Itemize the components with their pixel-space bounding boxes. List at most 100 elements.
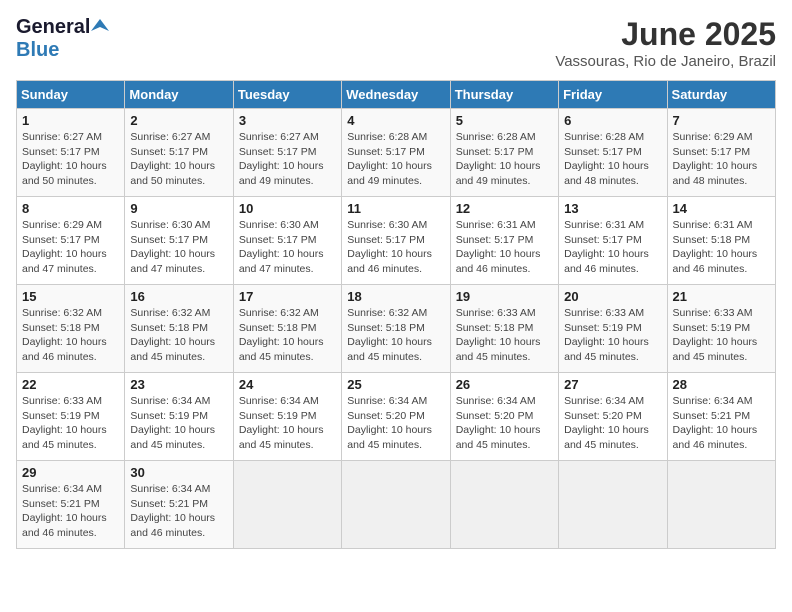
day-info: Sunrise: 6:30 AMSunset: 5:17 PMDaylight:… [130, 219, 215, 275]
logo-blue-text: Blue [16, 39, 59, 62]
location-title: Vassouras, Rio de Janeiro, Brazil [555, 53, 776, 70]
day-cell-25: 25 Sunrise: 6:34 AMSunset: 5:20 PMDaylig… [342, 373, 450, 461]
title-area: June 2025 Vassouras, Rio de Janeiro, Bra… [555, 16, 776, 70]
day-cell-29: 29 Sunrise: 6:34 AMSunset: 5:21 PMDaylig… [17, 461, 125, 549]
week-row-4: 22 Sunrise: 6:33 AMSunset: 5:19 PMDaylig… [17, 373, 776, 461]
header-saturday: Saturday [667, 81, 775, 109]
day-cell-5: 5 Sunrise: 6:28 AMSunset: 5:17 PMDayligh… [450, 109, 558, 197]
day-info: Sunrise: 6:34 AMSunset: 5:19 PMDaylight:… [239, 395, 324, 451]
day-info: Sunrise: 6:33 AMSunset: 5:18 PMDaylight:… [456, 307, 541, 363]
day-number: 3 [239, 113, 336, 128]
day-cell-22: 22 Sunrise: 6:33 AMSunset: 5:19 PMDaylig… [17, 373, 125, 461]
day-cell-1: 1 Sunrise: 6:27 AMSunset: 5:17 PMDayligh… [17, 109, 125, 197]
month-title: June 2025 [555, 16, 776, 53]
day-info: Sunrise: 6:28 AMSunset: 5:17 PMDaylight:… [456, 131, 541, 187]
logo-bird-icon [91, 17, 109, 35]
logo-general-text: General [16, 16, 90, 39]
day-number: 23 [130, 377, 227, 392]
day-info: Sunrise: 6:34 AMSunset: 5:21 PMDaylight:… [673, 395, 758, 451]
day-info: Sunrise: 6:32 AMSunset: 5:18 PMDaylight:… [22, 307, 107, 363]
header-tuesday: Tuesday [233, 81, 341, 109]
day-info: Sunrise: 6:31 AMSunset: 5:17 PMDaylight:… [456, 219, 541, 275]
day-number: 28 [673, 377, 770, 392]
day-cell-empty [342, 461, 450, 549]
day-cell-13: 13 Sunrise: 6:31 AMSunset: 5:17 PMDaylig… [559, 197, 667, 285]
day-number: 26 [456, 377, 553, 392]
day-number: 27 [564, 377, 661, 392]
day-cell-19: 19 Sunrise: 6:33 AMSunset: 5:18 PMDaylig… [450, 285, 558, 373]
day-number: 30 [130, 465, 227, 480]
day-info: Sunrise: 6:28 AMSunset: 5:17 PMDaylight:… [564, 131, 649, 187]
day-cell-16: 16 Sunrise: 6:32 AMSunset: 5:18 PMDaylig… [125, 285, 233, 373]
day-info: Sunrise: 6:33 AMSunset: 5:19 PMDaylight:… [22, 395, 107, 451]
day-number: 4 [347, 113, 444, 128]
day-cell-6: 6 Sunrise: 6:28 AMSunset: 5:17 PMDayligh… [559, 109, 667, 197]
day-cell-27: 27 Sunrise: 6:34 AMSunset: 5:20 PMDaylig… [559, 373, 667, 461]
day-info: Sunrise: 6:34 AMSunset: 5:19 PMDaylight:… [130, 395, 215, 451]
day-info: Sunrise: 6:34 AMSunset: 5:21 PMDaylight:… [22, 483, 107, 539]
day-info: Sunrise: 6:29 AMSunset: 5:17 PMDaylight:… [22, 219, 107, 275]
day-cell-14: 14 Sunrise: 6:31 AMSunset: 5:18 PMDaylig… [667, 197, 775, 285]
day-info: Sunrise: 6:27 AMSunset: 5:17 PMDaylight:… [239, 131, 324, 187]
day-info: Sunrise: 6:33 AMSunset: 5:19 PMDaylight:… [673, 307, 758, 363]
day-cell-empty [233, 461, 341, 549]
week-row-1: 1 Sunrise: 6:27 AMSunset: 5:17 PMDayligh… [17, 109, 776, 197]
day-number: 21 [673, 289, 770, 304]
day-info: Sunrise: 6:32 AMSunset: 5:18 PMDaylight:… [239, 307, 324, 363]
header-wednesday: Wednesday [342, 81, 450, 109]
day-number: 12 [456, 201, 553, 216]
day-cell-3: 3 Sunrise: 6:27 AMSunset: 5:17 PMDayligh… [233, 109, 341, 197]
day-number: 6 [564, 113, 661, 128]
day-info: Sunrise: 6:32 AMSunset: 5:18 PMDaylight:… [130, 307, 215, 363]
week-row-3: 15 Sunrise: 6:32 AMSunset: 5:18 PMDaylig… [17, 285, 776, 373]
day-cell-10: 10 Sunrise: 6:30 AMSunset: 5:17 PMDaylig… [233, 197, 341, 285]
day-info: Sunrise: 6:30 AMSunset: 5:17 PMDaylight:… [239, 219, 324, 275]
day-cell-empty [559, 461, 667, 549]
day-number: 16 [130, 289, 227, 304]
calendar-table: Sunday Monday Tuesday Wednesday Thursday… [16, 80, 776, 549]
day-number: 22 [22, 377, 119, 392]
day-cell-11: 11 Sunrise: 6:30 AMSunset: 5:17 PMDaylig… [342, 197, 450, 285]
day-number: 7 [673, 113, 770, 128]
day-info: Sunrise: 6:29 AMSunset: 5:17 PMDaylight:… [673, 131, 758, 187]
day-cell-7: 7 Sunrise: 6:29 AMSunset: 5:17 PMDayligh… [667, 109, 775, 197]
day-cell-empty [450, 461, 558, 549]
logo: General Blue [16, 16, 109, 62]
day-number: 14 [673, 201, 770, 216]
day-cell-28: 28 Sunrise: 6:34 AMSunset: 5:21 PMDaylig… [667, 373, 775, 461]
day-number: 20 [564, 289, 661, 304]
weekday-header-row: Sunday Monday Tuesday Wednesday Thursday… [17, 81, 776, 109]
day-number: 8 [22, 201, 119, 216]
day-cell-2: 2 Sunrise: 6:27 AMSunset: 5:17 PMDayligh… [125, 109, 233, 197]
day-cell-15: 15 Sunrise: 6:32 AMSunset: 5:18 PMDaylig… [17, 285, 125, 373]
day-info: Sunrise: 6:33 AMSunset: 5:19 PMDaylight:… [564, 307, 649, 363]
day-number: 5 [456, 113, 553, 128]
day-info: Sunrise: 6:27 AMSunset: 5:17 PMDaylight:… [22, 131, 107, 187]
page-header: General Blue June 2025 Vassouras, Rio de… [16, 16, 776, 70]
day-cell-20: 20 Sunrise: 6:33 AMSunset: 5:19 PMDaylig… [559, 285, 667, 373]
day-info: Sunrise: 6:34 AMSunset: 5:20 PMDaylight:… [347, 395, 432, 451]
day-info: Sunrise: 6:31 AMSunset: 5:18 PMDaylight:… [673, 219, 758, 275]
day-number: 1 [22, 113, 119, 128]
day-number: 19 [456, 289, 553, 304]
day-number: 24 [239, 377, 336, 392]
header-friday: Friday [559, 81, 667, 109]
day-number: 11 [347, 201, 444, 216]
day-cell-4: 4 Sunrise: 6:28 AMSunset: 5:17 PMDayligh… [342, 109, 450, 197]
day-cell-26: 26 Sunrise: 6:34 AMSunset: 5:20 PMDaylig… [450, 373, 558, 461]
day-number: 18 [347, 289, 444, 304]
header-monday: Monday [125, 81, 233, 109]
day-info: Sunrise: 6:30 AMSunset: 5:17 PMDaylight:… [347, 219, 432, 275]
day-number: 2 [130, 113, 227, 128]
day-number: 9 [130, 201, 227, 216]
day-cell-12: 12 Sunrise: 6:31 AMSunset: 5:17 PMDaylig… [450, 197, 558, 285]
day-number: 25 [347, 377, 444, 392]
header-sunday: Sunday [17, 81, 125, 109]
day-cell-30: 30 Sunrise: 6:34 AMSunset: 5:21 PMDaylig… [125, 461, 233, 549]
day-info: Sunrise: 6:34 AMSunset: 5:20 PMDaylight:… [456, 395, 541, 451]
day-number: 10 [239, 201, 336, 216]
week-row-5: 29 Sunrise: 6:34 AMSunset: 5:21 PMDaylig… [17, 461, 776, 549]
day-info: Sunrise: 6:34 AMSunset: 5:21 PMDaylight:… [130, 483, 215, 539]
day-info: Sunrise: 6:34 AMSunset: 5:20 PMDaylight:… [564, 395, 649, 451]
day-number: 15 [22, 289, 119, 304]
